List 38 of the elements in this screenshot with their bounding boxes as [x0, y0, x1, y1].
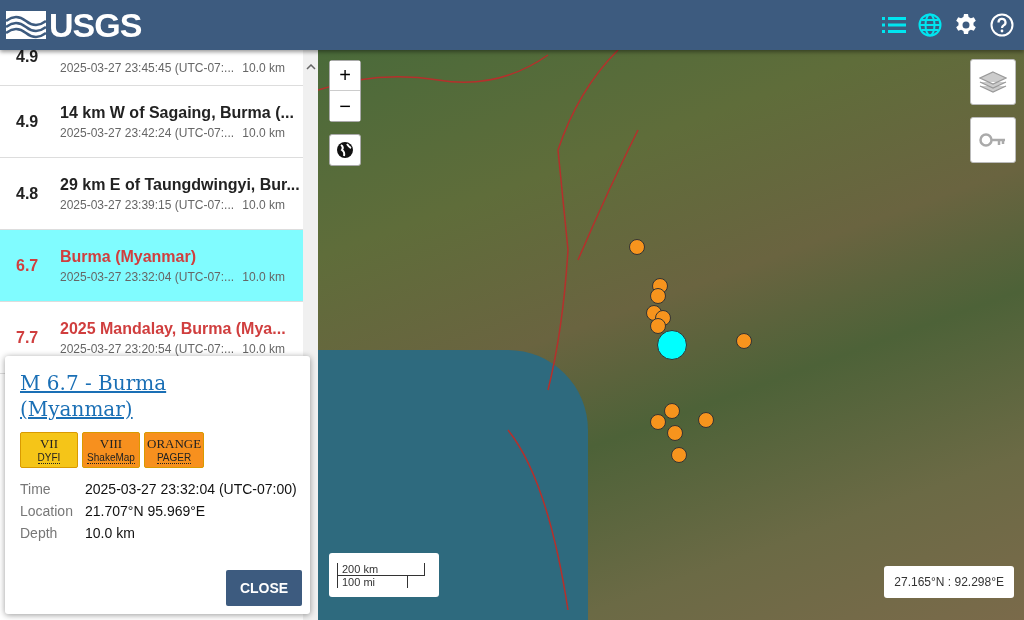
- scroll-up-icon[interactable]: [305, 64, 316, 70]
- globe-button[interactable]: [329, 134, 361, 166]
- logo-waves-icon: [6, 11, 46, 39]
- detail-label: Time: [20, 481, 52, 497]
- list-icon[interactable]: [882, 16, 906, 34]
- earthquake-marker[interactable]: [650, 318, 666, 334]
- intensity-badge[interactable]: ORANGE PAGER: [144, 432, 205, 468]
- key-icon: [979, 132, 1007, 148]
- detail-label: Depth: [20, 525, 59, 541]
- scale-bar: 200 km 100 mi: [329, 553, 439, 597]
- earthquake-list-item[interactable]: 4.9 2025-03-27 23:45:45 (UTC-07:... 10.0 km: [0, 50, 303, 86]
- earthquake-marker[interactable]: [667, 425, 683, 441]
- globe-icon: [336, 141, 354, 159]
- earthquake-marker[interactable]: [657, 330, 687, 360]
- logo-text: USGS: [49, 5, 142, 45]
- settings-icon[interactable]: [954, 13, 978, 37]
- earthquake-marker[interactable]: [650, 288, 666, 304]
- layers-button[interactable]: [970, 59, 1016, 105]
- earthquake-list-item[interactable]: 6.7 Burma (Myanmar) 2025-03-27 23:32:04 (UTC-07:... 10.0 km: [0, 230, 303, 302]
- detail-label: Location: [20, 503, 74, 519]
- earthquake-marker[interactable]: [671, 447, 687, 463]
- layers-icon: [979, 70, 1007, 94]
- satellite-map[interactable]: + − 200 km 100 mi 27.165°N : 92.298°E: [318, 50, 1024, 620]
- detail-value: 10.0 km: [85, 525, 136, 541]
- earthquake-marker[interactable]: [650, 414, 666, 430]
- intensity-badge[interactable]: VII DYFI: [20, 432, 78, 468]
- earthquake-marker[interactable]: [629, 239, 645, 255]
- cursor-coordinates: 27.165°N : 92.298°E: [884, 566, 1014, 598]
- help-icon[interactable]: [990, 13, 1014, 37]
- earthquake-marker[interactable]: [698, 412, 714, 428]
- close-button[interactable]: CLOSE: [226, 570, 302, 606]
- intensity-badge[interactable]: VIII ShakeMap: [82, 432, 140, 468]
- earthquake-marker[interactable]: [664, 403, 680, 419]
- globe-icon[interactable]: [918, 13, 942, 37]
- detail-value: 2025-03-27 23:32:04 (UTC-07:00): [85, 481, 298, 497]
- earthquake-marker[interactable]: [736, 333, 752, 349]
- zoom-in-button[interactable]: +: [330, 61, 360, 91]
- detail-value: 21.707°N 95.969°E: [85, 503, 207, 519]
